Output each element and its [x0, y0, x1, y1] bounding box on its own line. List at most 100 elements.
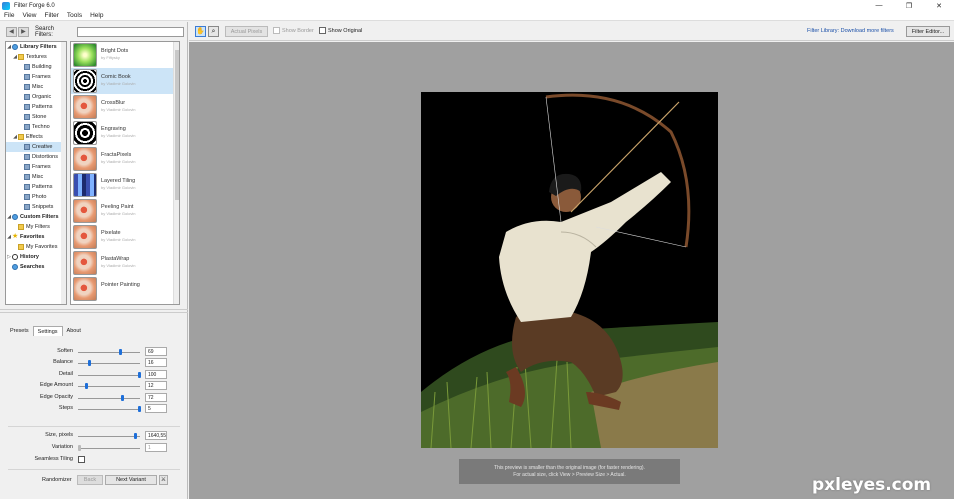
randomize-settings-icon[interactable]: ⚔: [159, 475, 168, 485]
tree-item[interactable]: Stone: [6, 112, 66, 122]
panel-splitter[interactable]: [0, 309, 188, 313]
tree-scrollbar[interactable]: [61, 42, 66, 304]
tree-item[interactable]: Searches: [6, 262, 66, 272]
show-border-checkbox[interactable]: [273, 27, 280, 34]
filter-name: Engraving: [101, 126, 126, 132]
slider-track[interactable]: [78, 352, 140, 353]
hand-tool-icon[interactable]: ✋: [195, 26, 206, 37]
filter-list-item[interactable]: Engraving by Vladimir Golovin: [71, 120, 179, 146]
slider-value-input[interactable]: 100: [145, 370, 167, 379]
tab-presets[interactable]: Presets: [6, 326, 33, 336]
tab-about[interactable]: About: [63, 326, 85, 336]
filter-editor-button[interactable]: Filter Editor...: [906, 26, 950, 37]
tree-item[interactable]: My Filters: [6, 222, 66, 232]
tree-item[interactable]: ◢ Effects: [6, 132, 66, 142]
menu-help[interactable]: Help: [90, 12, 103, 19]
slider-value-input[interactable]: 69: [145, 347, 167, 356]
tree-item[interactable]: Building: [6, 62, 66, 72]
menu-filter[interactable]: Filter: [44, 12, 58, 19]
slider-label: Soften: [57, 348, 73, 354]
tree-item[interactable]: Patterns: [6, 182, 66, 192]
slider-value-input[interactable]: 5: [145, 404, 167, 413]
filter-thumbnail: [73, 43, 97, 67]
slider-handle[interactable]: [87, 360, 91, 366]
tree-item[interactable]: Misc: [6, 172, 66, 182]
tab-settings[interactable]: Settings: [32, 326, 63, 336]
filter-list-item[interactable]: Comic Book by Vladimir Golovin: [71, 68, 179, 94]
show-original-toggle[interactable]: Show Original: [319, 27, 362, 34]
preview-area[interactable]: This preview is smaller than the origina…: [189, 42, 954, 499]
menu-view[interactable]: View: [22, 12, 36, 19]
back-nav-button[interactable]: ◀: [6, 26, 17, 37]
next-variant-button[interactable]: Next Variant: [105, 475, 157, 485]
slider-track[interactable]: [78, 448, 140, 449]
filter-list-scrollbar[interactable]: [173, 42, 179, 304]
zoom-tool-icon[interactable]: ⌕: [208, 26, 219, 37]
actual-pixels-button[interactable]: Actual Pixels: [225, 26, 268, 37]
filter-list-item[interactable]: CrossBlur by Vladimir Golovin: [71, 94, 179, 120]
folder-icon: [18, 134, 24, 140]
slider-track[interactable]: [78, 436, 140, 437]
tree-item[interactable]: My Favorites: [6, 242, 66, 252]
slider-handle[interactable]: [138, 372, 141, 378]
filter-list-item[interactable]: Bright Dots by Fiftysky: [71, 42, 179, 68]
show-border-toggle[interactable]: Show Border: [273, 27, 314, 34]
tree-item-label: Library Filters: [20, 44, 57, 50]
slider-track[interactable]: [78, 398, 140, 399]
tree-item[interactable]: ◢ Textures: [6, 52, 66, 62]
filter-list-item[interactable]: Pointer Painting: [71, 276, 179, 302]
tree-item[interactable]: ▷ History: [6, 252, 66, 262]
filter-library-link[interactable]: Filter Library: Download more filters: [807, 28, 894, 34]
slider-label: Size, pixels: [45, 432, 73, 438]
slider-value-input[interactable]: 1640,55: [145, 431, 167, 440]
filter-list-item[interactable]: PlastaWrap by Vladimir Golovin: [71, 250, 179, 276]
slider-handle[interactable]: [85, 383, 89, 389]
menu-file[interactable]: File: [4, 12, 14, 19]
slider-label: Detail: [58, 371, 73, 377]
seamless-tiling-checkbox[interactable]: [78, 456, 85, 463]
preview-image[interactable]: [421, 92, 718, 448]
menu-tools[interactable]: Tools: [67, 12, 82, 19]
filter-author: by Vladimir Golovin: [101, 211, 136, 216]
search-input[interactable]: [77, 26, 184, 37]
slider-handle[interactable]: [138, 406, 141, 412]
show-original-checkbox[interactable]: [319, 27, 326, 34]
tree-item[interactable]: Frames: [6, 72, 66, 82]
tree-item[interactable]: Frames: [6, 162, 66, 172]
tree-item[interactable]: Misc: [6, 82, 66, 92]
filter-list-item[interactable]: Pixelate by Vladimir Golovin: [71, 224, 179, 250]
tree-item[interactable]: Creative: [6, 142, 66, 152]
filter-list-scroll-thumb[interactable]: [175, 50, 179, 200]
tree-item[interactable]: Distortions: [6, 152, 66, 162]
page-icon: [24, 144, 30, 150]
slider-handle[interactable]: [119, 349, 123, 355]
slider-handle[interactable]: [121, 395, 125, 401]
tree-item[interactable]: ◢ ★ Favorites: [6, 232, 66, 242]
forward-nav-button[interactable]: ▶: [17, 26, 29, 37]
slider-handle[interactable]: [133, 433, 137, 439]
slider-row: Detail 100: [0, 370, 188, 380]
minimize-button[interactable]: —: [864, 0, 894, 11]
slider-track[interactable]: [78, 409, 140, 410]
slider-value-input[interactable]: 12: [145, 381, 167, 390]
randomizer-back-button[interactable]: Back: [77, 475, 103, 485]
close-button[interactable]: ✕: [924, 0, 954, 11]
tree-item[interactable]: ◢ Library Filters: [6, 42, 66, 52]
tree-item[interactable]: Patterns: [6, 102, 66, 112]
slider-value-input[interactable]: 16: [145, 358, 167, 367]
slider-track[interactable]: [78, 375, 140, 376]
tree-item[interactable]: Snippets: [6, 202, 66, 212]
filter-list-item[interactable]: Peeling Paint by Vladimir Golovin: [71, 198, 179, 224]
tree-item[interactable]: Organic: [6, 92, 66, 102]
slider-label: Variation: [51, 444, 73, 450]
tree-item[interactable]: Techno: [6, 122, 66, 132]
slider-value-input[interactable]: 72: [145, 393, 167, 402]
tree-item[interactable]: ◢ Custom Filters: [6, 212, 66, 222]
maximize-button[interactable]: ❐: [894, 0, 924, 11]
slider-label: Steps: [58, 405, 73, 411]
filter-list-item[interactable]: Layered Tiling by Vladimir Golovin: [71, 172, 179, 198]
tree-item[interactable]: Photo: [6, 192, 66, 202]
filter-name: Bright Dots: [101, 48, 129, 54]
filter-list-item[interactable]: FractaPixels by Vladimir Golovin: [71, 146, 179, 172]
window-title: Filter Forge 6.0: [14, 2, 55, 9]
